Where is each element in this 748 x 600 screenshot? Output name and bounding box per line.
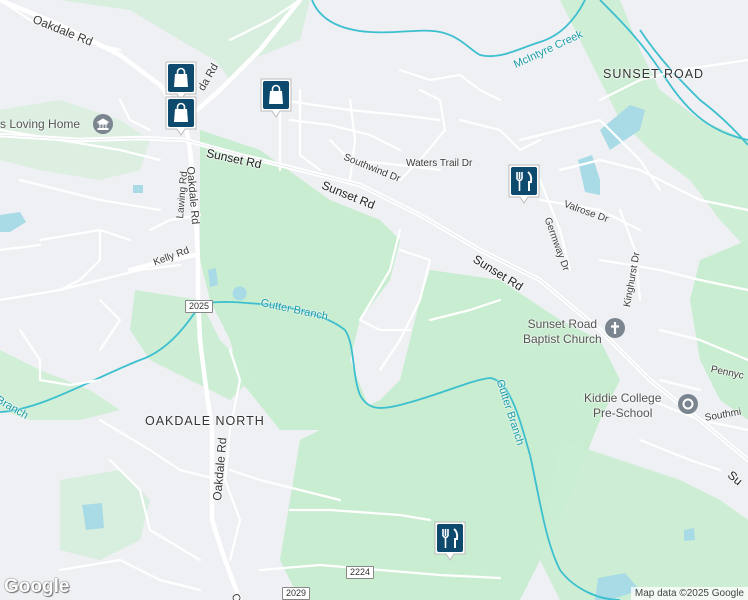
route-shield-2029: 2029 bbox=[282, 587, 311, 600]
shopping-marker-3[interactable] bbox=[259, 77, 293, 119]
area-label-oakdale-north: OAKDALE NORTH bbox=[145, 414, 265, 428]
map-canvas[interactable]: SUNSET ROAD OAKDALE NORTH Oakdale Rd da … bbox=[0, 0, 748, 600]
restaurant-marker-2[interactable] bbox=[433, 520, 467, 562]
google-logo[interactable]: Google bbox=[4, 576, 69, 598]
restaurant-marker-1[interactable] bbox=[507, 163, 541, 205]
map-base-layer bbox=[0, 0, 748, 600]
map-copyright: Map data ©2025 Google bbox=[630, 587, 748, 600]
road-label-waters-trail-dr: Waters Trail Dr bbox=[406, 158, 473, 169]
school-name-line1: Kiddie College bbox=[584, 391, 662, 405]
church-name-line1: Sunset Road bbox=[527, 317, 598, 331]
poi-label-school[interactable]: Kiddie College Pre-School bbox=[584, 391, 661, 421]
landmark-icon[interactable] bbox=[93, 114, 113, 134]
route-shield-2224: 2224 bbox=[346, 566, 375, 579]
poi-label-loving-home[interactable]: s Loving Home bbox=[0, 117, 80, 132]
church-icon[interactable] bbox=[605, 318, 625, 338]
shopping-marker-2[interactable] bbox=[164, 95, 198, 137]
school-name-line2: Pre-School bbox=[593, 406, 653, 420]
poi-label-church[interactable]: Sunset Road Baptist Church bbox=[523, 317, 602, 347]
route-shield-2025: 2025 bbox=[185, 300, 214, 313]
area-label-sunset-road: SUNSET ROAD bbox=[603, 67, 705, 81]
park-areas bbox=[0, 0, 748, 600]
school-icon[interactable] bbox=[678, 394, 698, 414]
church-name-line2: Baptist Church bbox=[523, 332, 602, 346]
